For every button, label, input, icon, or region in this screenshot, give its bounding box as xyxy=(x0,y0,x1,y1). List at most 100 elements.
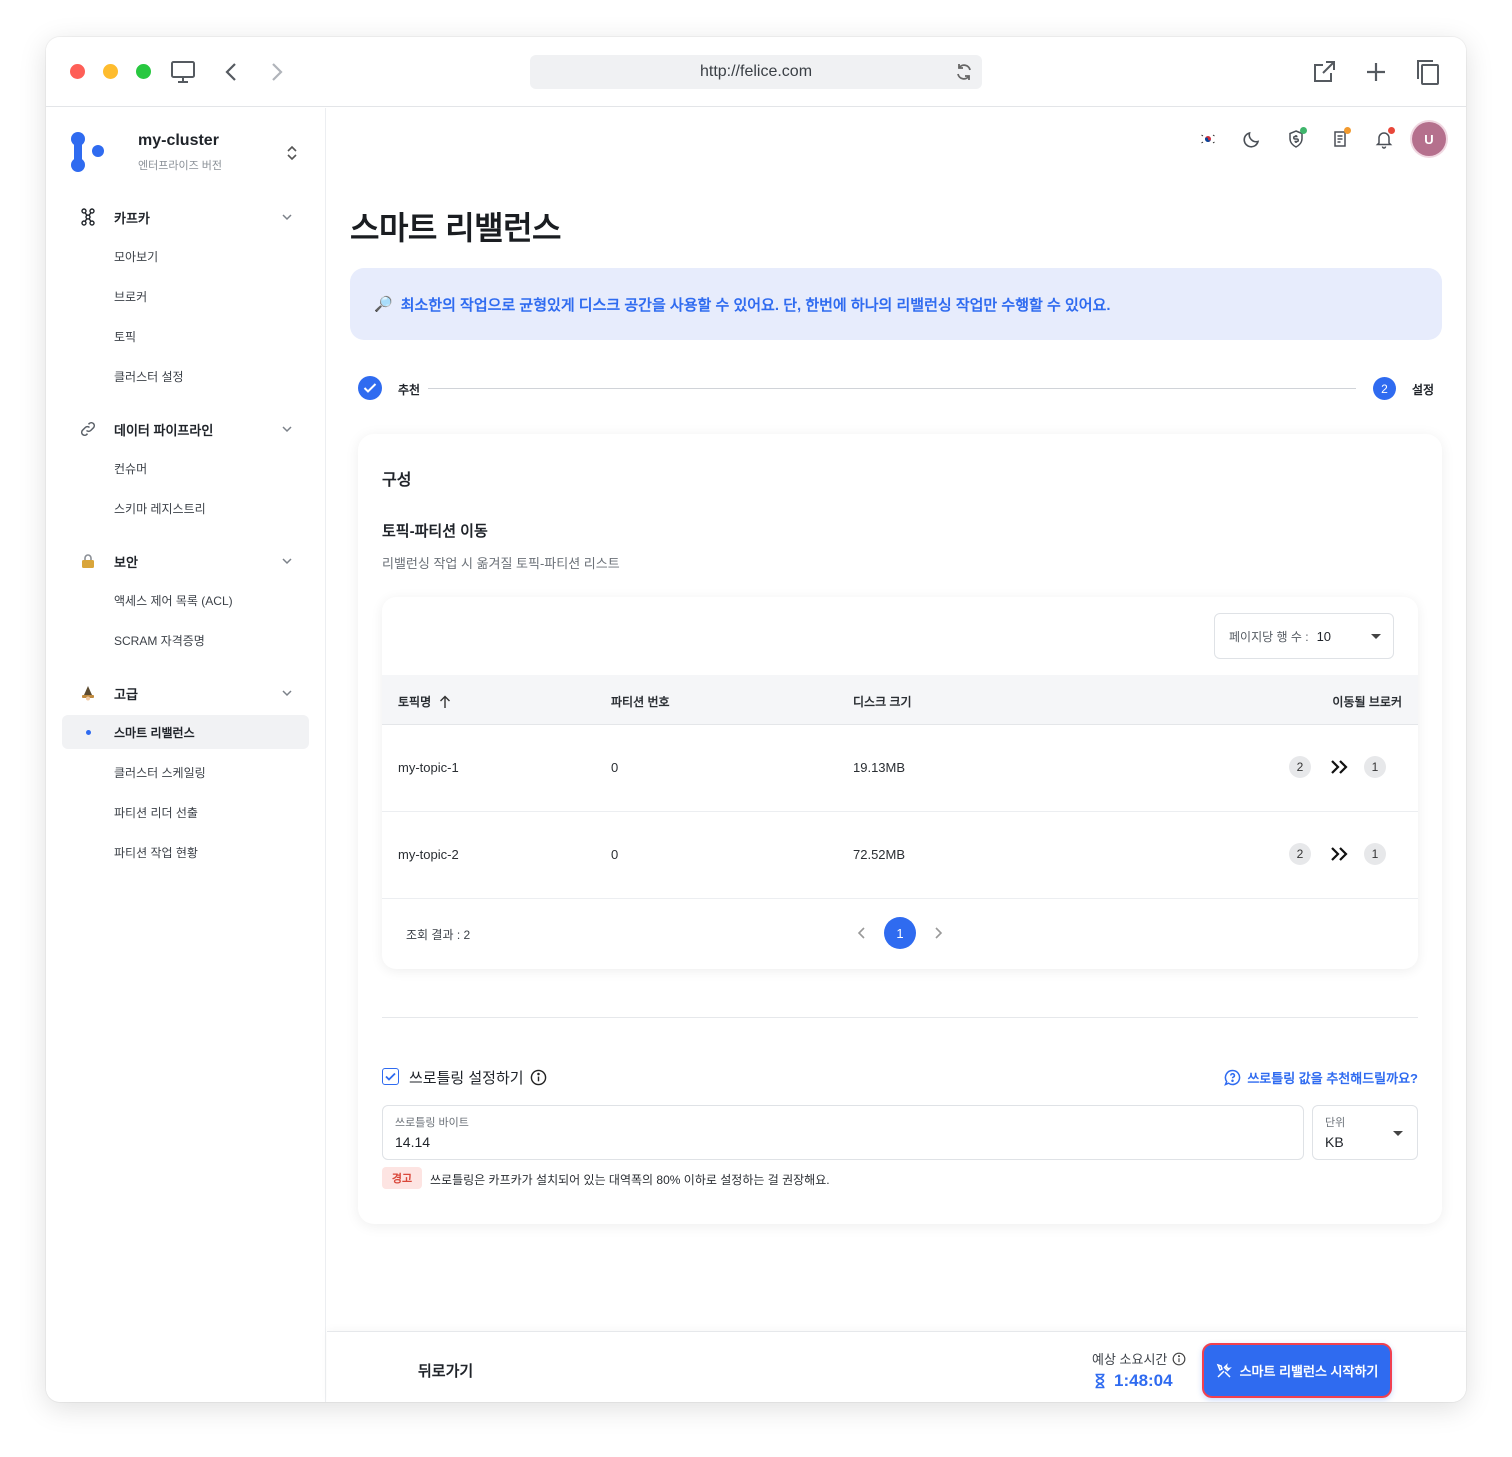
info-icon[interactable] xyxy=(530,1069,547,1086)
dropdown-caret-icon xyxy=(1371,634,1381,639)
step-1-label: 추천 xyxy=(398,383,421,397)
close-window-button[interactable] xyxy=(70,64,85,79)
nav-group-kafka[interactable]: 카프카 xyxy=(62,201,310,233)
sort-ascending-icon[interactable] xyxy=(439,695,451,709)
sidebar-item-leader-election[interactable]: 파티션 리더 선출 xyxy=(62,795,309,829)
sidebar-item-topic[interactable]: 토픽 xyxy=(62,319,309,353)
header-actions: U xyxy=(1180,122,1446,156)
shield-dollar-icon[interactable] xyxy=(1280,123,1312,155)
sidebar-item-cluster-settings[interactable]: 클러스터 설정 xyxy=(62,359,309,393)
open-external-icon[interactable] xyxy=(1310,58,1338,86)
step-complete-check-icon xyxy=(358,376,382,400)
lock-icon xyxy=(78,551,98,571)
chevron-down-icon xyxy=(282,426,292,433)
next-page-icon[interactable] xyxy=(931,926,945,940)
felice-logo-icon xyxy=(71,132,104,172)
table-header: 토픽명 파티션 번호 디스크 크기 이동될 브로커 xyxy=(382,675,1418,725)
monitor-icon[interactable] xyxy=(169,58,197,86)
duplicate-tab-icon[interactable] xyxy=(1414,58,1442,86)
korea-flag-icon[interactable] xyxy=(1192,123,1224,155)
document-badge xyxy=(1344,127,1351,134)
page-title: 스마트 리밸런스 xyxy=(350,210,561,246)
recommend-throttling-link[interactable]: 쓰로틀링 값을 추천해드릴까요? xyxy=(1224,1068,1418,1087)
rows-per-page-value: 10 xyxy=(1316,628,1332,644)
partition-table: 페이지당 행 수 : 10 토픽명 파티션 번호 디스크 크기 이동될 브로커 … xyxy=(382,597,1418,969)
step-connector xyxy=(428,388,1356,389)
rows-per-page-select[interactable]: 페이지당 행 수 : 10 xyxy=(1214,613,1394,659)
back-button[interactable]: 뒤로가기 xyxy=(418,1360,473,1381)
start-smart-rebalance-button[interactable]: 스마트 리밸런스 시작하기 xyxy=(1202,1343,1392,1398)
url-text: http://felice.com xyxy=(699,63,813,80)
eta-label: 예상 소요시간 xyxy=(1092,1349,1186,1368)
moon-icon[interactable] xyxy=(1236,123,1268,155)
new-tab-icon[interactable] xyxy=(1362,58,1390,86)
bell-icon[interactable] xyxy=(1368,123,1400,155)
sidebar-item-scram[interactable]: SCRAM 자격증명 xyxy=(62,623,309,657)
bell-badge xyxy=(1388,127,1395,134)
unit-select[interactable]: 단위 KB xyxy=(1312,1105,1418,1160)
sidebar-item-label: 스마트 리밸런스 xyxy=(114,725,195,740)
forward-arrow-icon[interactable] xyxy=(263,58,291,86)
nav-group-security[interactable]: 보안 xyxy=(62,545,310,577)
magnifier-icon: 🔎 xyxy=(374,296,393,313)
sidebar-item-cluster-scaling[interactable]: 클러스터 스케일링 xyxy=(62,755,309,789)
column-header-target-broker: 이동될 브로커 xyxy=(1332,695,1402,709)
nav-group-data-pipeline[interactable]: 데이터 파이프라인 xyxy=(62,413,310,445)
sidebar-item-smart-rebalance[interactable]: 스마트 리밸런스 xyxy=(62,715,309,749)
current-page-button[interactable]: 1 xyxy=(884,917,916,949)
info-icon[interactable] xyxy=(1172,1352,1186,1366)
minimize-window-button[interactable] xyxy=(103,64,118,79)
throttling-checkbox[interactable] xyxy=(382,1068,399,1085)
reload-icon[interactable] xyxy=(954,62,974,82)
chevron-down-icon xyxy=(282,690,292,697)
eta-label-text: 예상 소요시간 xyxy=(1092,1352,1168,1367)
throttling-label[interactable]: 쓰로틀링 설정하기 xyxy=(409,1067,547,1088)
throttling-bytes-input[interactable]: 쓰로틀링 바이트 14.14 xyxy=(382,1105,1304,1160)
warning-badge: 경고 xyxy=(382,1167,422,1189)
rows-per-page-label: 페이지당 행 수 : xyxy=(1229,629,1309,644)
column-label: 토픽명 xyxy=(398,695,432,709)
column-header-partition: 파티션 번호 xyxy=(611,695,670,709)
previous-page-icon[interactable] xyxy=(855,926,869,940)
info-banner: 🔎 최소한의 작업으로 균형있게 디스크 공간을 사용할 수 있어요. 단, 한… xyxy=(350,268,1442,340)
kafka-icon xyxy=(78,207,98,227)
disk-size-cell: 72.52MB xyxy=(853,847,906,862)
section-divider xyxy=(382,1017,1418,1018)
column-header-topic[interactable]: 토픽명 xyxy=(398,693,451,710)
wizard-icon xyxy=(78,683,98,703)
browser-window: http://felice.com my-cluster 엔터프라이즈 버전 카… xyxy=(46,37,1466,1402)
source-broker-badge: 2 xyxy=(1289,756,1311,778)
main-content: U 스마트 리밸런스 🔎 최소한의 작업으로 균형있게 디스크 공간을 사용할 … xyxy=(327,108,1466,1402)
active-bullet xyxy=(86,730,91,735)
document-icon[interactable] xyxy=(1324,123,1356,155)
link-icon xyxy=(78,419,98,439)
throttling-bytes-label: 쓰로틀링 바이트 xyxy=(395,1117,469,1129)
table-row: my-topic-2 0 72.52MB 2 1 xyxy=(382,812,1418,899)
sidebar-item-acl[interactable]: 액세스 제어 목록 (ACL) xyxy=(62,583,309,617)
disk-size-cell: 19.13MB xyxy=(853,760,906,775)
nav-group-label: 보안 xyxy=(114,554,138,570)
unit-label: 단위 xyxy=(1325,1117,1346,1129)
sidebar-item-schema-registry[interactable]: 스키마 레지스트리 xyxy=(62,491,309,525)
sidebar-item-partition-tasks[interactable]: 파티션 작업 현황 xyxy=(62,835,309,869)
sidebar-item-overview[interactable]: 모아보기 xyxy=(62,239,309,273)
partition-cell: 0 xyxy=(611,760,619,775)
stepper: 추천 2 설정 xyxy=(350,373,1442,403)
cluster-switch-icon[interactable] xyxy=(284,144,300,162)
throttling-label-text: 쓰로틀링 설정하기 xyxy=(409,1070,524,1087)
nav-group-label: 고급 xyxy=(114,686,138,702)
result-count: 조회 결과 : 2 xyxy=(406,928,471,942)
avatar[interactable]: U xyxy=(1412,122,1446,156)
chevron-down-icon xyxy=(282,558,292,565)
start-button-label: 스마트 리밸런스 시작하기 xyxy=(1239,1364,1379,1379)
maximize-window-button[interactable] xyxy=(136,64,151,79)
banner-text: 최소한의 작업으로 균형있게 디스크 공간을 사용할 수 있어요. 단, 한번에… xyxy=(400,296,1111,314)
address-bar[interactable]: http://felice.com xyxy=(530,55,982,89)
shield-badge xyxy=(1300,127,1307,134)
nav-group-label: 카프카 xyxy=(114,210,150,226)
cluster-edition: 엔터프라이즈 버전 xyxy=(138,160,223,172)
sidebar-item-consumer[interactable]: 컨슈머 xyxy=(62,451,309,485)
sidebar-item-broker[interactable]: 브로커 xyxy=(62,279,309,313)
nav-group-advanced[interactable]: 고급 xyxy=(62,677,310,709)
back-arrow-icon[interactable] xyxy=(217,58,245,86)
